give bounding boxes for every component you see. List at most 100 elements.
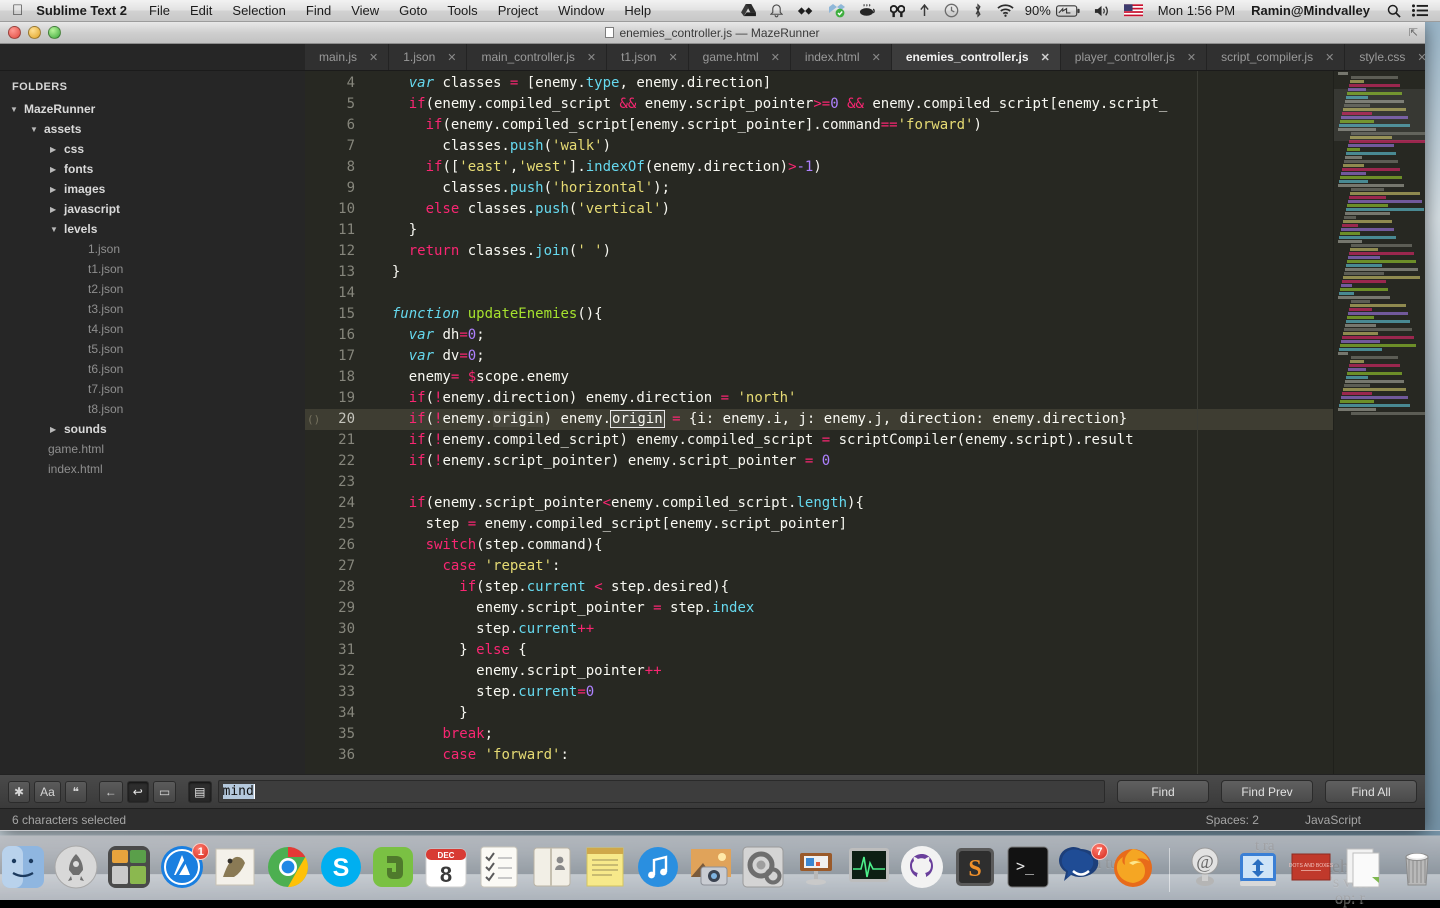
- code-line[interactable]: step.current++: [365, 619, 1333, 640]
- dock-item-messages[interactable]: 7: [1057, 846, 1104, 894]
- code-line[interactable]: if(enemy.compiled_script[enemy.script_po…: [365, 115, 1333, 136]
- dock-item-keynote[interactable]: [793, 846, 840, 894]
- code-line[interactable]: enemy.script_pointer = step.index: [365, 598, 1333, 619]
- dock-item-reminders[interactable]: [476, 846, 523, 894]
- tab-game-html[interactable]: game.html✕: [689, 44, 791, 70]
- tree-file-t2-json[interactable]: t2.json: [0, 279, 305, 299]
- tree-file-t7-json[interactable]: t7.json: [0, 379, 305, 399]
- tree-folder-levels[interactable]: ▼levels: [0, 219, 305, 239]
- find-button[interactable]: Find: [1117, 780, 1209, 803]
- tab-close-icon[interactable]: ✕: [587, 51, 596, 64]
- tab-player-controller-js[interactable]: player_controller.js✕: [1061, 44, 1207, 70]
- dock-item-terminal[interactable]: >_: [1004, 846, 1051, 894]
- us-flag-icon[interactable]: [1117, 4, 1150, 17]
- dock-item-red-document[interactable]: DOTS AND BOXES: [1288, 846, 1335, 894]
- tab-1-json[interactable]: 1.json✕: [389, 44, 467, 70]
- dock-item-activity-monitor[interactable]: [846, 846, 893, 894]
- code-line[interactable]: enemy.script_pointer++: [365, 661, 1333, 682]
- tree-file-t5-json[interactable]: t5.json: [0, 339, 305, 359]
- tree-folder-javascript[interactable]: ▶javascript: [0, 199, 305, 219]
- tab-close-icon[interactable]: ✕: [1041, 51, 1050, 64]
- dock-item-sublime-text[interactable]: S: [951, 846, 998, 894]
- tree-file-game-html[interactable]: game.html: [0, 439, 305, 459]
- dock-item-notes[interactable]: [581, 846, 628, 894]
- menu-app-name[interactable]: Sublime Text 2: [34, 3, 139, 18]
- dropbox-icon[interactable]: [822, 3, 852, 18]
- dock-item-mail[interactable]: [211, 846, 258, 894]
- chevron-right-icon[interactable]: ▶: [50, 165, 60, 174]
- code-line[interactable]: if(['east','west'].indexOf(enemy.directi…: [365, 157, 1333, 178]
- tab-t1-json[interactable]: t1.json✕: [607, 44, 689, 70]
- code-line[interactable]: if(!enemy.compiled_script) enemy.compile…: [365, 430, 1333, 451]
- code-line[interactable]: [365, 283, 1333, 304]
- menu-user-label[interactable]: Ramin@Mindvalley: [1243, 3, 1378, 18]
- wifi-icon[interactable]: [990, 4, 1021, 17]
- bluetooth-icon[interactable]: [966, 3, 990, 18]
- code-line[interactable]: switch(step.command){: [365, 535, 1333, 556]
- dock-item-email-stack[interactable]: @: [1182, 846, 1229, 894]
- tab-close-icon[interactable]: ✕: [668, 51, 677, 64]
- dock-item-app-store-folder[interactable]: [106, 846, 153, 894]
- find-prev-button[interactable]: Find Prev: [1221, 780, 1313, 803]
- syntax-setting[interactable]: JavaScript: [1305, 813, 1361, 827]
- code-line[interactable]: classes.push('walk'): [365, 136, 1333, 157]
- code-line[interactable]: var dh=0;: [365, 325, 1333, 346]
- tree-file-index-html[interactable]: index.html: [0, 459, 305, 479]
- time-machine-icon[interactable]: [937, 3, 966, 18]
- menu-item-find[interactable]: Find: [296, 3, 341, 18]
- search-backwards-toggle[interactable]: ←: [99, 781, 123, 803]
- code-line[interactable]: } else {: [365, 640, 1333, 661]
- code-line[interactable]: if(enemy.script_pointer<enemy.compiled_s…: [365, 493, 1333, 514]
- window-title-bar[interactable]: enemies_controller.js — MazeRunner ⇱: [0, 22, 1425, 44]
- dock-item-finder[interactable]: [0, 846, 47, 894]
- code-line[interactable]: step = enemy.compiled_script[enemy.scrip…: [365, 514, 1333, 535]
- menu-item-project[interactable]: Project: [488, 3, 548, 18]
- tab-style-css[interactable]: style.css✕: [1345, 44, 1425, 70]
- tree-folder-mazerunner[interactable]: ▼MazeRunner: [0, 99, 305, 119]
- tab-close-icon[interactable]: ✕: [369, 51, 378, 64]
- tree-file-t4-json[interactable]: t4.json: [0, 319, 305, 339]
- dock-item-system-preferences[interactable]: [740, 846, 787, 894]
- code-line[interactable]: if(step.current < step.desired){: [365, 577, 1333, 598]
- editor-area[interactable]: 45678910111213141516171819()202122232425…: [305, 71, 1425, 774]
- code-line[interactable]: if(!enemy.origin) enemy.origin = {i: ene…: [365, 409, 1333, 430]
- menu-item-help[interactable]: Help: [614, 3, 661, 18]
- wrap-toggle[interactable]: ↩: [127, 781, 149, 803]
- dock-item-evernote[interactable]: [370, 846, 417, 894]
- tree-folder-css[interactable]: ▶css: [0, 139, 305, 159]
- chevron-down-icon[interactable]: ▼: [50, 225, 60, 234]
- code-line[interactable]: step.current=0: [365, 682, 1333, 703]
- google-drive-icon[interactable]: [734, 4, 763, 17]
- code-line[interactable]: }: [365, 220, 1333, 241]
- tab-close-icon[interactable]: ✕: [872, 51, 881, 64]
- arrow-icon[interactable]: [912, 4, 937, 17]
- tree-folder-images[interactable]: ▶images: [0, 179, 305, 199]
- apple-logo-icon[interactable]: : [0, 3, 34, 18]
- dock-item-downloads[interactable]: [1235, 846, 1282, 894]
- tree-file-t3-json[interactable]: t3.json: [0, 299, 305, 319]
- close-button[interactable]: [8, 26, 21, 39]
- dock-item-github[interactable]: [899, 846, 946, 894]
- code-line[interactable]: if(!enemy.direction) enemy.direction = '…: [365, 388, 1333, 409]
- dock-item-calendar[interactable]: DEC8: [423, 846, 470, 894]
- dock-item-documents-stack[interactable]: [1340, 846, 1387, 894]
- case-sensitive-toggle[interactable]: Aa: [34, 781, 61, 803]
- evernote-icon[interactable]: [790, 5, 822, 17]
- battery-icon[interactable]: [1054, 5, 1087, 17]
- chevron-right-icon[interactable]: ▶: [50, 425, 60, 434]
- tab-close-icon[interactable]: ✕: [1417, 51, 1425, 64]
- code-line[interactable]: enemy= $scope.enemy: [365, 367, 1333, 388]
- dock-item-skype[interactable]: S: [317, 846, 364, 894]
- find-input[interactable]: mind: [218, 780, 1106, 803]
- dock-item-chrome[interactable]: [264, 846, 311, 894]
- code-line[interactable]: var dv=0;: [365, 346, 1333, 367]
- tree-folder-assets[interactable]: ▼assets: [0, 119, 305, 139]
- tab-main-controller-js[interactable]: main_controller.js✕: [467, 44, 607, 70]
- menu-item-view[interactable]: View: [341, 3, 389, 18]
- code-line[interactable]: else classes.push('vertical'): [365, 199, 1333, 220]
- menu-item-window[interactable]: Window: [548, 3, 614, 18]
- code-line[interactable]: classes.push('horizontal');: [365, 178, 1333, 199]
- menu-item-tools[interactable]: Tools: [437, 3, 487, 18]
- menu-item-edit[interactable]: Edit: [180, 3, 222, 18]
- dock-item-app-store[interactable]: 1: [159, 846, 206, 894]
